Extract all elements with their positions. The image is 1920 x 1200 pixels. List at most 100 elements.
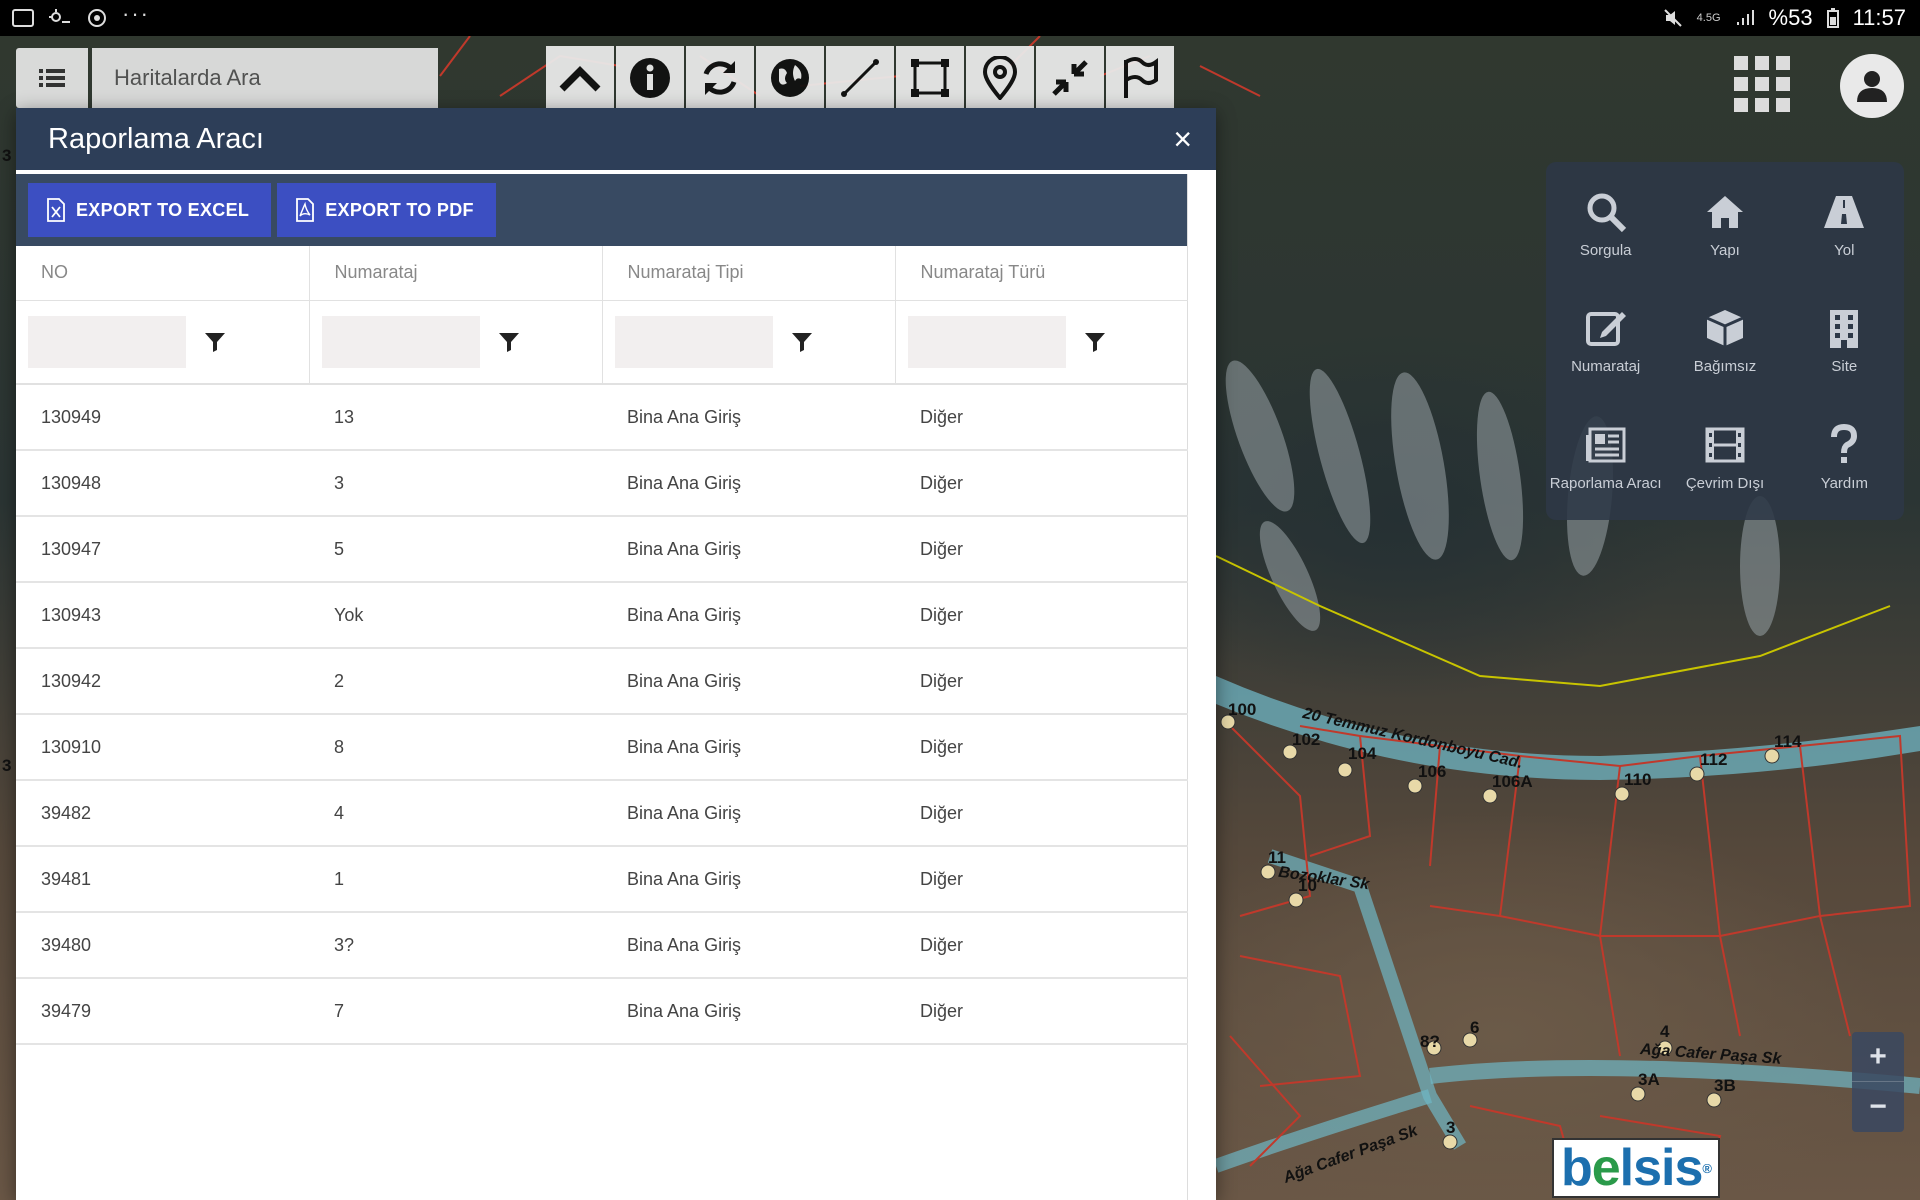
table-cell: 39479 (16, 978, 309, 1045)
filter-cell (895, 300, 1188, 385)
app-bagimsiz[interactable]: Bağımsız (1665, 283, 1784, 400)
app-yapi[interactable]: Yapı (1665, 166, 1784, 283)
zoom-out-button[interactable]: − (1852, 1082, 1904, 1132)
clock: 11:57 (1852, 5, 1906, 30)
building-icon (1830, 310, 1859, 349)
filter-input-no[interactable] (28, 315, 186, 368)
map-search-input[interactable] (92, 48, 438, 108)
app-numarataj[interactable]: Numarataj (1546, 283, 1665, 400)
parcel-number: 106A (1492, 772, 1533, 791)
table-row[interactable]: 130948 3 Bina Ana Giriş Diğer (16, 450, 1188, 517)
app-yardim[interactable]: Yardım (1785, 399, 1904, 516)
parcel-number: 6 (1470, 1018, 1480, 1037)
map-toolbar (546, 46, 1174, 110)
filter-icon[interactable] (204, 331, 226, 353)
dialog-header: Raporlama Aracı × (16, 108, 1216, 170)
table-row[interactable]: 130910 8 Bina Ana Giriş Diğer (16, 714, 1188, 781)
table-row[interactable]: 39481 1 Bina Ana Giriş Diğer (16, 846, 1188, 913)
measure-button[interactable] (826, 46, 894, 110)
parcel-number: 110 (1624, 770, 1652, 789)
close-icon[interactable]: × (1173, 123, 1192, 155)
table-cell: Diğer (895, 516, 1188, 583)
table-cell: Yok (309, 582, 602, 649)
table-cell: 5 (309, 516, 602, 583)
export-toolbar: EXPORT TO EXCEL EXPORT TO PDF (16, 174, 1187, 246)
table-cell: 7 (309, 978, 602, 1045)
table-row[interactable]: 130943 Yok Bina Ana Giriş Diğer (16, 582, 1188, 649)
table-cell: 130910 (16, 714, 309, 781)
table-row[interactable]: 130942 2 Bina Ana Giriş Diğer (16, 648, 1188, 715)
table-row[interactable]: 130947 5 Bina Ana Giriş Diğer (16, 516, 1188, 583)
more-notifications-icon: ··· (122, 1, 150, 26)
app-cevrim-disi[interactable]: Çevrim Dışı (1665, 399, 1784, 516)
parcel-number: 11 (1268, 848, 1286, 867)
filter-input-numarataj-turu[interactable] (907, 315, 1066, 368)
table-cell: 39481 (16, 846, 309, 913)
parcel-number: 104 (1348, 744, 1377, 763)
zoom-in-button[interactable]: + (1852, 1032, 1904, 1082)
filter-input-numarataj[interactable] (321, 315, 480, 368)
table-row[interactable]: 130949 13 Bina Ana Giriş Diğer (16, 384, 1188, 451)
table-cell: 39482 (16, 780, 309, 847)
export-excel-label: EXPORT TO EXCEL (76, 199, 250, 220)
export-pdf-button[interactable]: EXPORT TO PDF (277, 183, 496, 237)
select-area-button[interactable] (896, 46, 964, 110)
report-table: NO Numarataj Numarataj Tipi Numarataj Tü… (16, 246, 1188, 1045)
location-pin-icon (982, 56, 1018, 100)
parcel-number: 8? (1420, 1032, 1440, 1051)
parcel-number: 4 (1660, 1022, 1670, 1041)
weather-icon (49, 9, 70, 23)
table-row[interactable]: 39480 3? Bina Ana Giriş Diğer (16, 912, 1188, 979)
filter-cell (602, 300, 896, 385)
table-cell: 13 (309, 384, 602, 451)
location-button[interactable] (966, 46, 1034, 110)
table-cell: 2 (309, 648, 602, 715)
parcel-number: 100 (1228, 700, 1257, 719)
search-icon (1587, 193, 1626, 232)
column-header[interactable]: Numarataj (309, 246, 603, 301)
parcel-number: 112 (1700, 750, 1728, 769)
app-raporlama-araci[interactable]: Raporlama Aracı (1546, 399, 1665, 516)
filter-input-numarataj-tipi[interactable] (614, 315, 773, 368)
table-row[interactable]: 39479 7 Bina Ana Giriş Diğer (16, 978, 1188, 1045)
collapse-view-button[interactable] (1036, 46, 1104, 110)
battery-icon (1826, 8, 1839, 28)
user-icon (1857, 71, 1887, 102)
layers-menu-button[interactable] (16, 48, 88, 108)
filter-icon[interactable] (498, 331, 520, 353)
column-header[interactable]: NO (16, 246, 310, 301)
globe-button[interactable] (756, 46, 824, 110)
battery-percent: %53 (1768, 5, 1813, 30)
parcel-number: 3B (1714, 1076, 1736, 1095)
parcel-number: 114 (1774, 732, 1802, 751)
parcel-number: 3 (2, 146, 12, 165)
table-cell: Bina Ana Giriş (602, 846, 895, 913)
table-cell: Bina Ana Giriş (602, 714, 895, 781)
column-header[interactable]: Numarataj Tipi (602, 246, 896, 301)
app-site[interactable]: Site (1785, 283, 1904, 400)
export-excel-button[interactable]: EXPORT TO EXCEL (28, 183, 272, 237)
filter-icon[interactable] (1084, 331, 1106, 353)
parcel-number: 102 (1292, 730, 1321, 749)
app-yol[interactable]: Yol (1785, 166, 1904, 283)
zoom-control: + − (1852, 1032, 1904, 1132)
app-panel: Sorgula Yapı Yol Numarataj Bağımsız Site… (1546, 162, 1904, 520)
user-profile-button[interactable] (1840, 54, 1904, 118)
apps-grid-button[interactable] (1734, 56, 1790, 112)
table-row[interactable]: 39482 4 Bina Ana Giriş Diğer (16, 780, 1188, 847)
table-cell: 39480 (16, 912, 309, 979)
refresh-button[interactable] (686, 46, 754, 110)
app-sorgula[interactable]: Sorgula (1546, 166, 1665, 283)
app-label: Bağımsız (1693, 358, 1757, 376)
help-icon (1831, 424, 1858, 464)
home-icon (1706, 195, 1743, 228)
gallery-icon (12, 9, 34, 27)
collapse-toolbar-button[interactable] (546, 46, 614, 110)
column-header[interactable]: Numarataj Türü (895, 246, 1188, 301)
flag-button[interactable] (1106, 46, 1174, 110)
info-button[interactable] (616, 46, 684, 110)
apps-grid-icon (1734, 56, 1790, 112)
flag-icon (1124, 57, 1158, 98)
filter-icon[interactable] (791, 331, 813, 353)
report-icon (1585, 427, 1626, 463)
